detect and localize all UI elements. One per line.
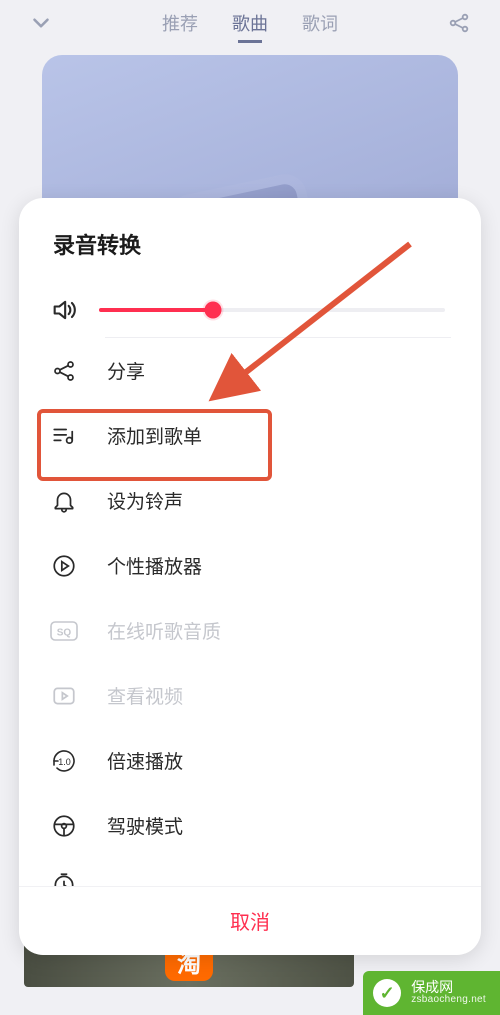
sheet-items: 分享 添加到歌单 设为铃声 个性播放器 SQ 在线听歌音质 — [19, 282, 481, 886]
watermark-sub: zsbaocheng.net — [411, 995, 486, 1006]
row-ringtone[interactable]: 设为铃声 — [49, 468, 451, 533]
svg-text:1.0: 1.0 — [58, 757, 71, 767]
row-label: 添加到歌单 — [107, 422, 451, 449]
row-share[interactable]: 分享 — [49, 338, 451, 403]
cancel-button[interactable]: 取消 — [19, 886, 481, 955]
row-driving[interactable]: 驾驶模式 — [49, 793, 451, 858]
sq-quality-icon: SQ — [49, 621, 79, 641]
player-skin-icon — [49, 553, 79, 579]
row-label: 在线听歌音质 — [107, 617, 451, 644]
watermark-badge: 保成网 zsbaocheng.net — [363, 971, 500, 1015]
bell-icon — [49, 488, 79, 514]
row-video: 查看视频 — [49, 663, 451, 728]
steering-icon — [49, 813, 79, 839]
volume-slider[interactable] — [99, 308, 445, 312]
options-sheet: 录音转换 分享 — [19, 198, 481, 955]
svg-text:SQ: SQ — [57, 627, 72, 638]
volume-row[interactable] — [49, 282, 451, 338]
row-cutoff[interactable] — [49, 858, 451, 886]
add-playlist-icon — [49, 423, 79, 449]
row-add-playlist[interactable]: 添加到歌单 — [49, 403, 451, 468]
clock-icon — [49, 871, 79, 886]
row-label: 倍速播放 — [107, 747, 451, 774]
row-label: 驾驶模式 — [107, 812, 451, 839]
share-icon — [49, 358, 79, 384]
row-speed[interactable]: 1.0 倍速播放 — [49, 728, 451, 793]
volume-icon — [49, 296, 79, 324]
row-label: 个性播放器 — [107, 552, 451, 579]
sheet-title: 录音转换 — [19, 198, 481, 282]
row-label: 分享 — [107, 357, 451, 384]
video-icon — [49, 683, 79, 709]
watermark-check-icon — [373, 979, 401, 1007]
row-label: 设为铃声 — [107, 487, 451, 514]
volume-fill — [99, 308, 213, 312]
row-player-skin[interactable]: 个性播放器 — [49, 533, 451, 598]
row-label: 查看视频 — [107, 682, 451, 709]
speed-icon: 1.0 — [49, 747, 79, 775]
watermark-title: 保成网 — [411, 980, 453, 995]
volume-knob[interactable] — [205, 302, 222, 319]
row-quality: SQ 在线听歌音质 — [49, 598, 451, 663]
